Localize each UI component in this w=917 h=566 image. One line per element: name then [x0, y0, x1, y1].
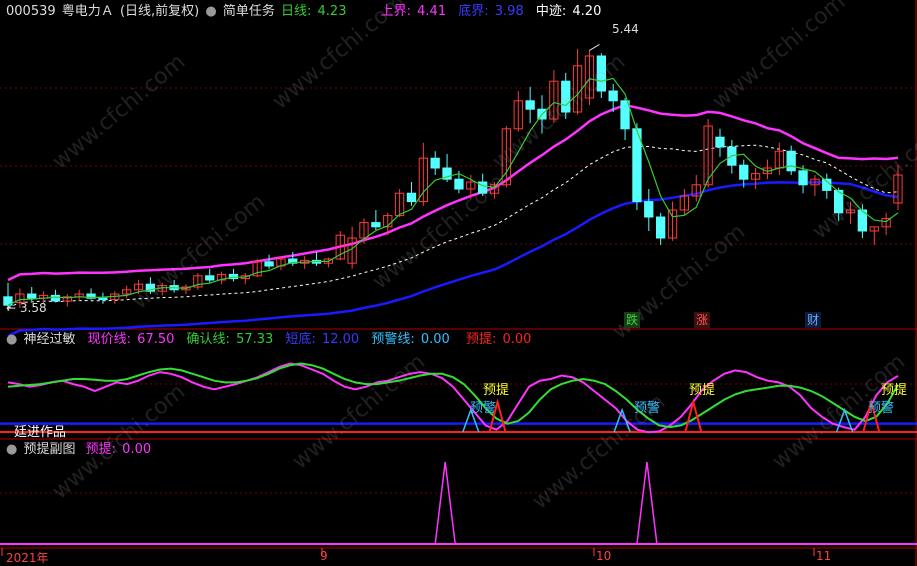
- candle-body: [656, 216, 666, 239]
- warn-line-value: 0.00: [420, 332, 450, 347]
- candle-body: [406, 192, 417, 203]
- candle-body: [715, 136, 725, 148]
- candle-body: [786, 150, 796, 172]
- alert-value: 0.00: [502, 332, 532, 347]
- time-axis-label-sep: 9: [320, 549, 328, 563]
- low-arrow-icon: ←: [6, 301, 17, 315]
- author-label: 廷进作品: [14, 425, 67, 440]
- confirm-line-value: 57.33: [236, 332, 274, 347]
- dropdown-icon[interactable]: ●: [205, 4, 216, 19]
- candle-body: [525, 100, 535, 110]
- stock-code: 000539: [6, 4, 56, 19]
- candle-body: [98, 297, 108, 301]
- stock-name: 粤电力Ａ: [61, 4, 114, 19]
- mid-label: 中迹:: [535, 4, 567, 19]
- candle-body: [430, 157, 440, 169]
- candle-body: [620, 100, 630, 130]
- candle-body: [205, 275, 215, 281]
- candle-body: [27, 293, 37, 299]
- warn-line-label: 预警线:: [371, 332, 415, 347]
- candle-body: [739, 164, 749, 180]
- short-bottom-label: 短底:: [285, 332, 316, 347]
- bottom-value: 3.98: [494, 4, 524, 19]
- sub2-alert-label: 预提:: [85, 442, 117, 457]
- signal-wealth: 财: [805, 312, 822, 328]
- alert-label: 预提:: [465, 332, 497, 347]
- sub2-alert-spike-1: [636, 461, 658, 545]
- watermark-text: www.cfchi.com: [708, 0, 850, 115]
- candle-body: [264, 261, 274, 267]
- candle-body: [644, 201, 654, 218]
- low-price-annotation: ← 3.58: [6, 301, 47, 315]
- sub2-header: ● 预提副图 预提: 0.00: [6, 441, 153, 459]
- alert-spike-1: [684, 398, 703, 433]
- watermark-text: www.cfchi.com: [48, 49, 190, 174]
- indicator-name[interactable]: 简单任务: [223, 4, 275, 19]
- bottom-label: 底界:: [458, 4, 489, 19]
- sub2-alert-spike-0: [434, 461, 456, 545]
- time-axis-label-oct: 10: [596, 549, 612, 563]
- upper-value: 4.41: [417, 4, 447, 19]
- short-bottom-value: 12.00: [321, 332, 360, 347]
- now-line-label: 现价线:: [87, 332, 132, 347]
- time-axis-label-year: 2021年: [6, 551, 49, 565]
- daily-line-value: 4.23: [317, 4, 347, 19]
- high-leader-line: [589, 43, 600, 51]
- sub1-name[interactable]: 神经过敏: [23, 332, 75, 347]
- high-price-value: 5.44: [612, 22, 639, 36]
- sub1-header: ● 神经过敏 现价线: 67.50 确认线: 57.33 短底: 12.00 预…: [6, 331, 533, 349]
- warn-mark-2: 预警: [634, 401, 661, 416]
- candle-body: [454, 178, 464, 190]
- period-label: (日线,前复权): [119, 4, 200, 19]
- sub2-dropdown-icon[interactable]: ●: [6, 442, 17, 457]
- warn-mark-1: 预警: [470, 401, 497, 416]
- now-line-value: 67.50: [137, 332, 175, 347]
- sub2-alert-value: 0.00: [122, 442, 152, 457]
- confirm-line-label: 确认线:: [186, 332, 230, 347]
- sub2-name[interactable]: 预提副图: [23, 442, 75, 457]
- alert-mark-2: 预提: [689, 383, 716, 398]
- warn-mark-3: 预警: [868, 401, 895, 416]
- upper-band-line: [7, 103, 899, 282]
- stock-chart-window[interactable]: www.cfchi.com www.cfchi.com www.cfchi.com w…: [0, 0, 917, 566]
- time-axis-label-nov: 11: [816, 549, 832, 563]
- daily-line-label: 日线:: [281, 4, 312, 19]
- chart-canvas[interactable]: www.cfchi.com www.cfchi.com www.cfchi.com w…: [0, 0, 917, 566]
- alert-mark-3: 预提: [881, 383, 908, 398]
- candle-body: [371, 222, 381, 228]
- alert-mark-1: 预提: [483, 383, 510, 398]
- mid-value: 4.20: [572, 4, 602, 19]
- signal-rise: 涨: [694, 312, 711, 328]
- sub1-dropdown-icon[interactable]: ●: [6, 332, 17, 347]
- low-price-value: 3.58: [19, 301, 47, 315]
- main-header: 000539 粤电力Ａ (日线,前复权) ● 简单任务 日线: 4.23 上界:…: [6, 3, 603, 21]
- candle-body: [50, 294, 61, 302]
- upper-label: 上界:: [380, 4, 412, 19]
- signal-drop: 跌: [624, 312, 641, 328]
- candle-body: [608, 90, 618, 102]
- candle-body: [798, 170, 808, 186]
- high-price-annotation: 5.44: [612, 22, 639, 36]
